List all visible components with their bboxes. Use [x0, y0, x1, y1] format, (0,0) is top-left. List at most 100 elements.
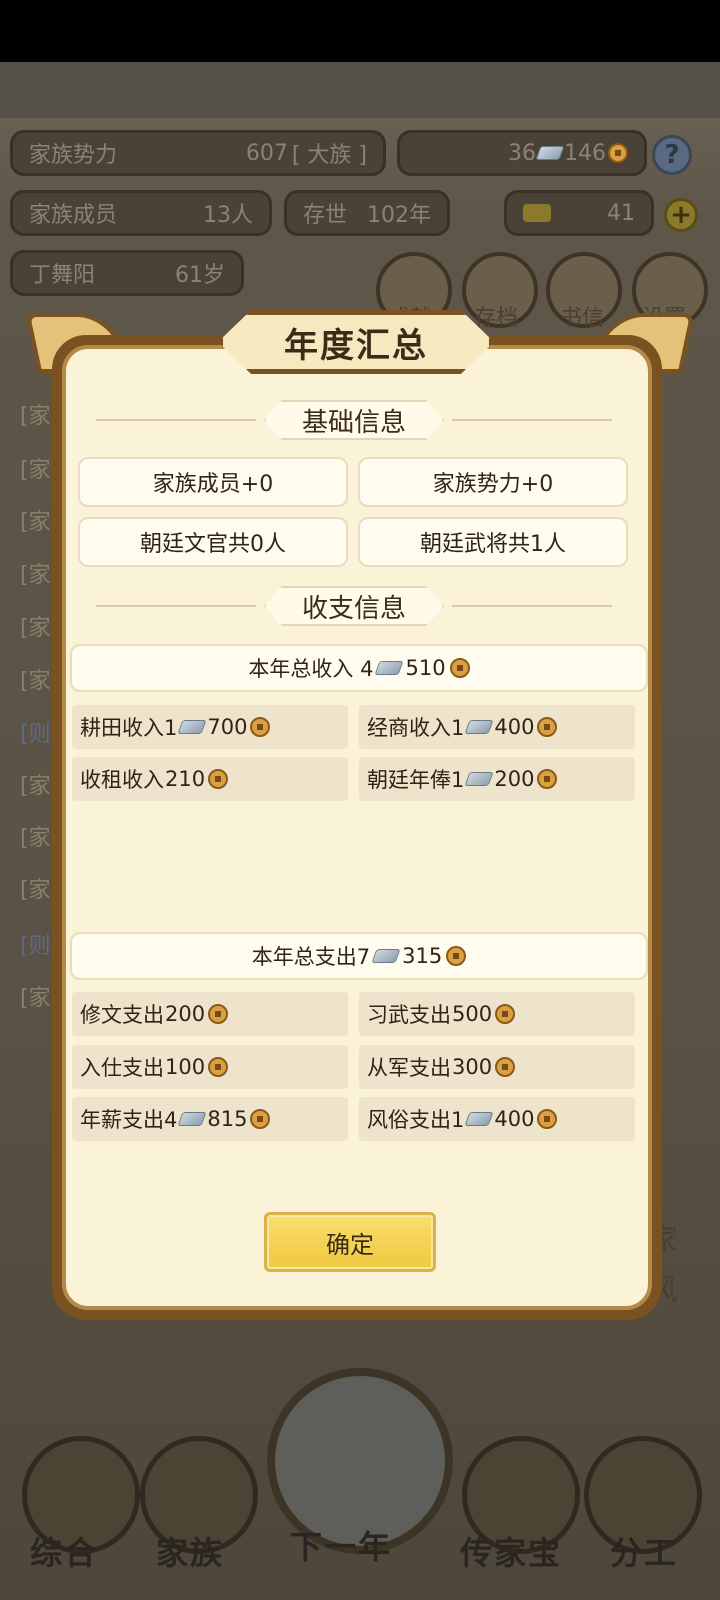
members-pill: 家族成员 13人: [10, 190, 272, 236]
top-band: [0, 62, 720, 118]
letters-label: 书信: [560, 306, 605, 331]
income-item-label: 经商收入1: [367, 716, 465, 740]
income-item-label: 耕田收入1: [80, 716, 178, 740]
dialog-title: 年度汇总: [284, 325, 428, 366]
gold-pill: 41: [504, 190, 654, 236]
income-item: 收租收入 210: [72, 757, 348, 801]
nav-heirloom-label: 传家宝: [460, 1534, 563, 1572]
power-change: 家族势力+0: [358, 457, 628, 507]
copper-coin-icon: [537, 1109, 558, 1129]
members-label: 家族成员: [29, 203, 118, 228]
expense-total: 本年总支出7 315: [70, 932, 648, 980]
expense-item: 入仕支出 100: [72, 1045, 348, 1089]
silver-value: 36: [508, 140, 536, 166]
expense-item: 年薪支出4 815: [72, 1097, 348, 1141]
copper-coin-icon: [208, 1004, 229, 1024]
status-bar: [0, 0, 720, 62]
divider-line: [452, 419, 612, 421]
gold-value: 41: [607, 200, 635, 226]
expense-total-label: 本年总支出7: [251, 945, 371, 969]
finance-info-title: 收支信息: [263, 586, 444, 626]
expense-item: 修文支出 200: [72, 992, 348, 1036]
clan-power-rank: [ 大族 ]: [291, 143, 367, 168]
nav-next-year-label: 下一年: [290, 1528, 393, 1566]
income-item: 经商收入1 400: [359, 705, 635, 749]
alive-label: 存世: [303, 203, 348, 228]
clan-power-pill: 家族势力 607 [ 大族 ]: [10, 130, 386, 176]
expense-item-label: 入仕支出: [80, 1056, 164, 1080]
expense-item-label: 习武支出: [367, 1003, 451, 1027]
expense-item-amount: 500: [452, 1002, 493, 1026]
gold-ingot-icon: [523, 204, 551, 222]
members-change: 家族成员+0: [78, 457, 348, 507]
silver-ingot-icon: [177, 1112, 207, 1126]
expense-item-label: 修文支出: [80, 1003, 164, 1027]
nav-clan-label: 家族: [156, 1534, 225, 1572]
silver-ingot-icon: [371, 949, 401, 963]
alive-pill: 存世 102年: [284, 190, 450, 236]
copper-coin-icon: [250, 717, 271, 737]
income-total-label: 本年总收入 4: [248, 657, 374, 681]
finance-info-header: 收支信息: [96, 586, 612, 626]
expense-item-label: 从军支出: [367, 1056, 451, 1080]
expense-total-amount: 315: [402, 944, 443, 968]
copper-coin-icon: [608, 143, 628, 163]
silver-ingot-icon: [177, 720, 207, 734]
income-item-amount: 400: [494, 715, 535, 739]
nav-overview-label: 综合: [30, 1534, 99, 1572]
copper-value: 146: [564, 140, 606, 166]
help-icon[interactable]: ?: [652, 135, 692, 175]
silver-ingot-icon: [535, 146, 565, 160]
copper-coin-icon: [495, 1004, 516, 1024]
income-item: 朝廷年俸1 200: [359, 757, 635, 801]
divider-line: [96, 419, 256, 421]
clan-power-label: 家族势力: [29, 143, 118, 168]
expense-item: 风俗支出1 400: [359, 1097, 635, 1141]
copper-coin-icon: [537, 769, 558, 789]
expense-item: 从军支出 300: [359, 1045, 635, 1089]
copper-coin-icon: [446, 946, 467, 966]
copper-coin-icon: [250, 1109, 271, 1129]
members-value: 13人: [203, 203, 253, 228]
expense-item-amount: 400: [494, 1107, 535, 1131]
copper-coin-icon: [208, 1057, 229, 1077]
add-gold-icon[interactable]: +: [664, 198, 698, 232]
copper-coin-icon: [495, 1057, 516, 1077]
income-item-amount: 200: [494, 767, 535, 791]
expense-item-label: 年薪支出4: [80, 1108, 178, 1132]
leader-name: 丁舞阳: [29, 263, 96, 288]
income-item-label: 收租收入: [80, 768, 164, 792]
income-item-amount: 210: [165, 767, 206, 791]
military-officers-count: 朝廷武将共1人: [358, 517, 628, 567]
copper-coin-icon: [208, 769, 229, 789]
expense-item: 习武支出 500: [359, 992, 635, 1036]
income-total: 本年总收入 4 510: [70, 644, 648, 692]
expense-item-label: 风俗支出1: [367, 1108, 465, 1132]
silver-ingot-icon: [464, 772, 494, 786]
divider-line: [96, 605, 256, 607]
expense-item-amount: 815: [207, 1107, 248, 1131]
basic-info-title: 基础信息: [263, 400, 444, 440]
expense-item-amount: 100: [165, 1055, 206, 1079]
divider-line: [452, 605, 612, 607]
income-total-amount: 510: [405, 656, 446, 680]
income-item: 耕田收入1 700: [72, 705, 348, 749]
silver-ingot-icon: [374, 661, 405, 675]
silver-ingot-icon: [464, 720, 494, 734]
income-item-label: 朝廷年俸1: [367, 768, 465, 792]
expense-item-amount: 200: [165, 1002, 206, 1026]
copper-coin-icon: [449, 658, 470, 678]
expense-item-amount: 300: [452, 1055, 493, 1079]
copper-coin-icon: [537, 717, 558, 737]
alive-value: 102年: [367, 203, 431, 228]
civil-officials-count: 朝廷文官共0人: [78, 517, 348, 567]
nav-division-label: 分工: [610, 1534, 679, 1572]
basic-info-header: 基础信息: [96, 400, 612, 440]
clan-power-value: 607: [245, 140, 288, 166]
leader-pill: 丁舞阳 61岁: [10, 250, 244, 296]
leader-age: 61岁: [175, 263, 225, 288]
confirm-button[interactable]: 确定: [264, 1212, 436, 1272]
currency-pill: 36 146: [397, 130, 647, 176]
dialog-title-plate: 年度汇总: [218, 310, 494, 374]
silver-ingot-icon: [464, 1112, 494, 1126]
